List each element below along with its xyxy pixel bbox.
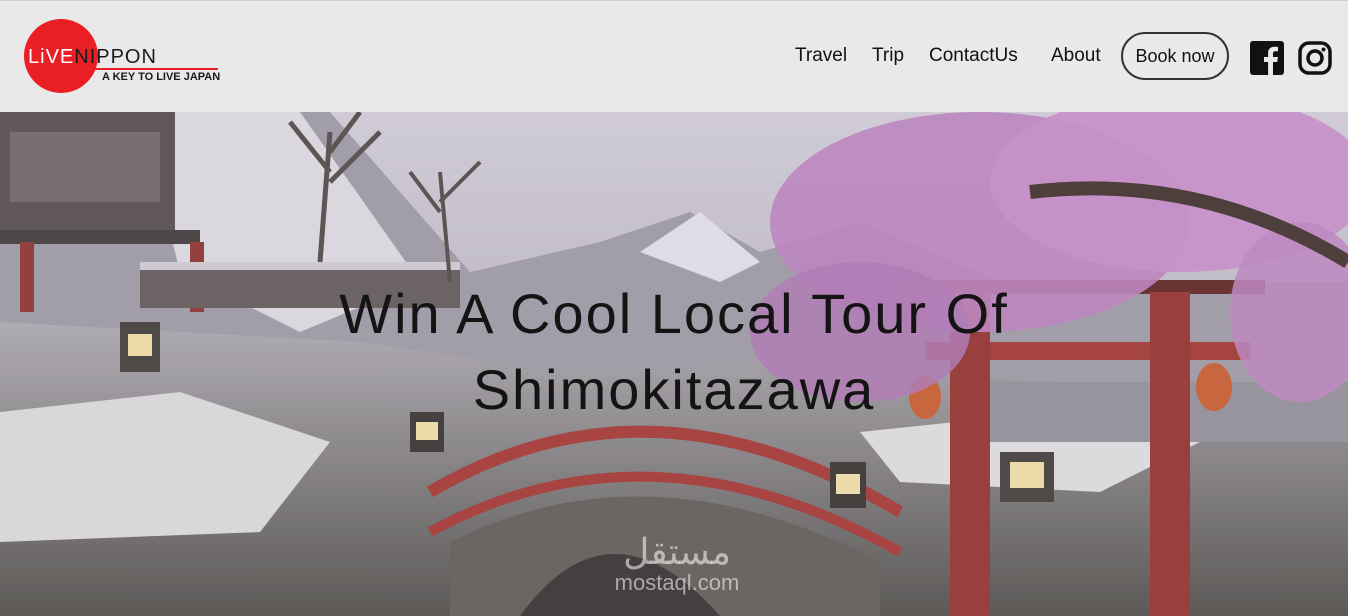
nav-travel[interactable]: Travel <box>795 45 847 67</box>
hero-headline-line1: Win A Cool Local Tour Of <box>339 282 1009 345</box>
hero-headline-line2: Shimokitazawa <box>472 358 876 421</box>
watermark-arabic: مستقل <box>623 531 731 572</box>
nav-about[interactable]: About <box>1051 45 1101 67</box>
hero-banner: Win A Cool Local Tour Of Shimokitazawa م… <box>0 112 1348 616</box>
nav-trip[interactable]: Trip <box>872 45 904 67</box>
watermark: مستقل mostaql.com <box>592 532 762 594</box>
book-now-button[interactable]: Book now <box>1121 32 1229 80</box>
logo-tagline: A KEY TO LIVE JAPAN <box>102 71 221 83</box>
hero-headline: Win A Cool Local Tour Of Shimokitazawa <box>0 276 1348 428</box>
facebook-icon[interactable] <box>1250 41 1284 75</box>
site-header: LiVENIPPON A KEY TO LIVE JAPAN Travel Tr… <box>0 0 1348 112</box>
instagram-icon[interactable] <box>1298 41 1332 75</box>
nav-contactus[interactable]: ContactUs <box>929 45 1018 67</box>
watermark-url: mostaql.com <box>614 570 740 595</box>
